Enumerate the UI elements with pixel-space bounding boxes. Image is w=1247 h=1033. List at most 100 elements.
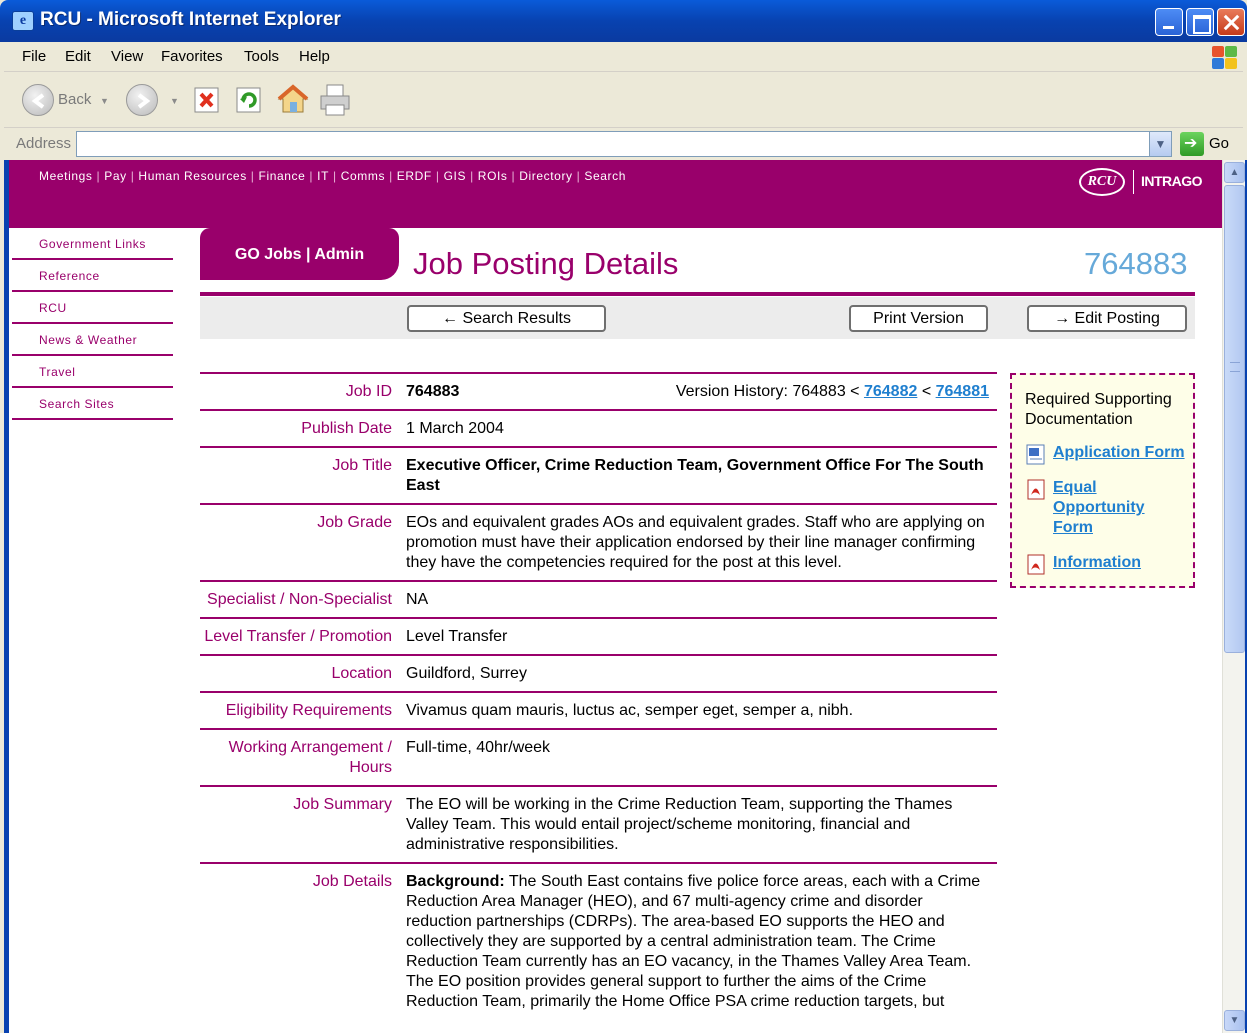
close-button[interactable]	[1217, 8, 1245, 36]
back-dropdown-icon[interactable]: ▼	[100, 96, 109, 106]
go-button[interactable]: Go	[1209, 135, 1229, 152]
version-history-label: Version History: 764883 <	[675, 383, 860, 400]
version-separator: <	[921, 383, 932, 400]
search-results-button[interactable]: ← Search Results	[407, 305, 606, 332]
home-icon[interactable]	[276, 83, 309, 113]
menu-favorites[interactable]: Favorites	[161, 48, 223, 65]
version-link-764882[interactable]: 764882	[864, 383, 917, 400]
ie-icon: e	[12, 11, 34, 31]
nav-gis[interactable]: GIS	[444, 169, 466, 183]
job-details-text: The South East contains five police forc…	[406, 873, 981, 1010]
nav-pay[interactable]: Pay	[104, 169, 126, 183]
back-label[interactable]: Back	[58, 91, 91, 108]
field-label: Working Arrangement / Hours	[228, 739, 392, 776]
menu-bar: File Edit View Favorites Tools Help	[4, 42, 1243, 72]
nav-it[interactable]: IT	[317, 169, 329, 183]
docs-heading: Required Supporting Documentation	[1025, 391, 1172, 428]
nav-directory[interactable]: Directory	[519, 169, 572, 183]
field-label: Location	[331, 665, 393, 682]
address-dropdown-icon[interactable]: ▼	[1149, 132, 1171, 156]
print-version-button[interactable]: Print Version	[849, 305, 988, 332]
forward-dropdown-icon[interactable]: ▼	[170, 96, 179, 106]
windows-logo-icon	[1210, 44, 1238, 70]
toolbar: Back ▼ ▼	[4, 72, 1243, 128]
vertical-scrollbar[interactable]: ▲ ▼	[1222, 160, 1245, 1033]
window-title: RCU - Microsoft Internet Explorer	[40, 9, 341, 30]
field-label: Specialist / Non-Specialist	[207, 591, 392, 608]
address-input[interactable]	[76, 131, 1172, 157]
field-row-job-grade: Job Grade EOs and equivalent grades AOs …	[200, 503, 997, 580]
field-row-location: Location Guildford, Surrey	[200, 654, 997, 691]
print-icon[interactable]	[318, 83, 350, 116]
menu-help[interactable]: Help	[299, 48, 330, 65]
field-row-level-transfer: Level Transfer / Promotion Level Transfe…	[200, 617, 997, 654]
scrollbar-thumb[interactable]	[1224, 185, 1245, 653]
menu-edit[interactable]: Edit	[65, 48, 91, 65]
go-arrow-icon[interactable]	[1180, 132, 1204, 156]
stop-icon[interactable]	[193, 85, 221, 115]
version-history: Version History: 764883 < 764882 < 76488…	[676, 382, 989, 402]
nav-erdf[interactable]: ERDF	[397, 169, 432, 183]
menu-file[interactable]: File	[22, 48, 46, 65]
information-link[interactable]: Information	[1053, 553, 1188, 573]
eligibility-value: Vivamus quam mauris, luctus ac, semper e…	[406, 702, 854, 719]
field-value: 764883 Version History: 764883 < 764882 …	[400, 374, 997, 409]
pdf-icon	[1025, 478, 1047, 500]
job-summary-value: The EO will be working in the Crime Redu…	[406, 796, 953, 853]
refresh-icon[interactable]	[235, 85, 263, 115]
nav-rois[interactable]: ROIs	[478, 169, 508, 183]
job-id-value: 764883	[406, 383, 460, 400]
sidebar-item-news-weather[interactable]: News & Weather	[12, 324, 173, 356]
sidebar-item-search-sites[interactable]: Search Sites	[12, 388, 173, 420]
rcu-logo: RCU	[1079, 168, 1125, 196]
top-nav: Meetings | Pay | Human Resources | Finance | IT |…	[39, 169, 626, 183]
scroll-up-icon[interactable]: ▲	[1224, 162, 1245, 183]
job-number: 764883	[1084, 246, 1188, 281]
supporting-docs-panel: Required Supporting Documentation Applic…	[1010, 373, 1195, 588]
side-nav: Government Links Reference RCU News & We…	[12, 228, 173, 420]
maximize-button[interactable]	[1186, 8, 1214, 36]
application-form-link[interactable]: Application Form	[1053, 443, 1188, 463]
publish-date-value: 1 March 2004	[406, 420, 504, 437]
nav-comms[interactable]: Comms	[341, 169, 385, 183]
back-arrow-icon[interactable]	[22, 84, 54, 116]
field-label: Job Details	[312, 873, 392, 890]
nav-meetings[interactable]: Meetings	[39, 169, 93, 183]
version-link-764881[interactable]: 764881	[936, 383, 989, 400]
field-label: Job ID	[345, 383, 392, 400]
nav-search[interactable]: Search	[584, 169, 626, 183]
level-transfer-value: Level Transfer	[406, 628, 508, 645]
title-rule	[200, 292, 1195, 296]
job-details-value: Background: The South East contains five…	[400, 864, 997, 1019]
field-row-job-id: Job ID 764883 Version History: 764883 < …	[200, 372, 997, 409]
menu-tools[interactable]: Tools	[244, 48, 279, 65]
working-arrangement-value: Full-time, 40hr/week	[406, 739, 551, 756]
minimize-button[interactable]	[1155, 8, 1183, 36]
field-label: Job Grade	[317, 514, 392, 531]
field-row-job-details: Job Details Background: The South East c…	[200, 862, 997, 1019]
section-tab[interactable]: GO Jobs | Admin	[200, 228, 399, 280]
job-grade-value: EOs and equivalent grades AOs and equiva…	[406, 514, 985, 571]
specialist-value: NA	[406, 591, 429, 608]
nav-finance[interactable]: Finance	[259, 169, 306, 183]
forward-arrow-icon[interactable]	[126, 84, 158, 116]
sidebar-item-travel[interactable]: Travel	[12, 356, 173, 388]
sidebar-item-government-links[interactable]: Government Links	[12, 228, 173, 260]
field-label: Level Transfer / Promotion	[204, 628, 392, 645]
scroll-down-icon[interactable]: ▼	[1224, 1010, 1245, 1031]
title-bar: e RCU - Microsoft Internet Explorer	[0, 0, 1247, 42]
job-fields: Job ID 764883 Version History: 764883 < …	[200, 372, 997, 1019]
sidebar-item-reference[interactable]: Reference	[12, 260, 173, 292]
edit-posting-button[interactable]: → Edit Posting	[1027, 305, 1187, 332]
menu-view[interactable]: View	[111, 48, 143, 65]
field-label: Job Summary	[293, 796, 392, 813]
equal-opportunity-form-link[interactable]: Equal Opportunity Form	[1053, 478, 1188, 538]
site-header: Meetings | Pay | Human Resources | Finance | IT |…	[9, 160, 1222, 228]
nav-human-resources[interactable]: Human Resources	[138, 169, 246, 183]
field-label: Publish Date	[301, 420, 392, 437]
word-doc-icon	[1025, 443, 1047, 465]
field-row-publish-date: Publish Date 1 March 2004	[200, 409, 997, 446]
field-row-working-arrangement: Working Arrangement / Hours Full-time, 4…	[200, 728, 997, 785]
field-row-eligibility: Eligibility Requirements Vivamus quam ma…	[200, 691, 997, 728]
sidebar-item-rcu[interactable]: RCU	[12, 292, 173, 324]
